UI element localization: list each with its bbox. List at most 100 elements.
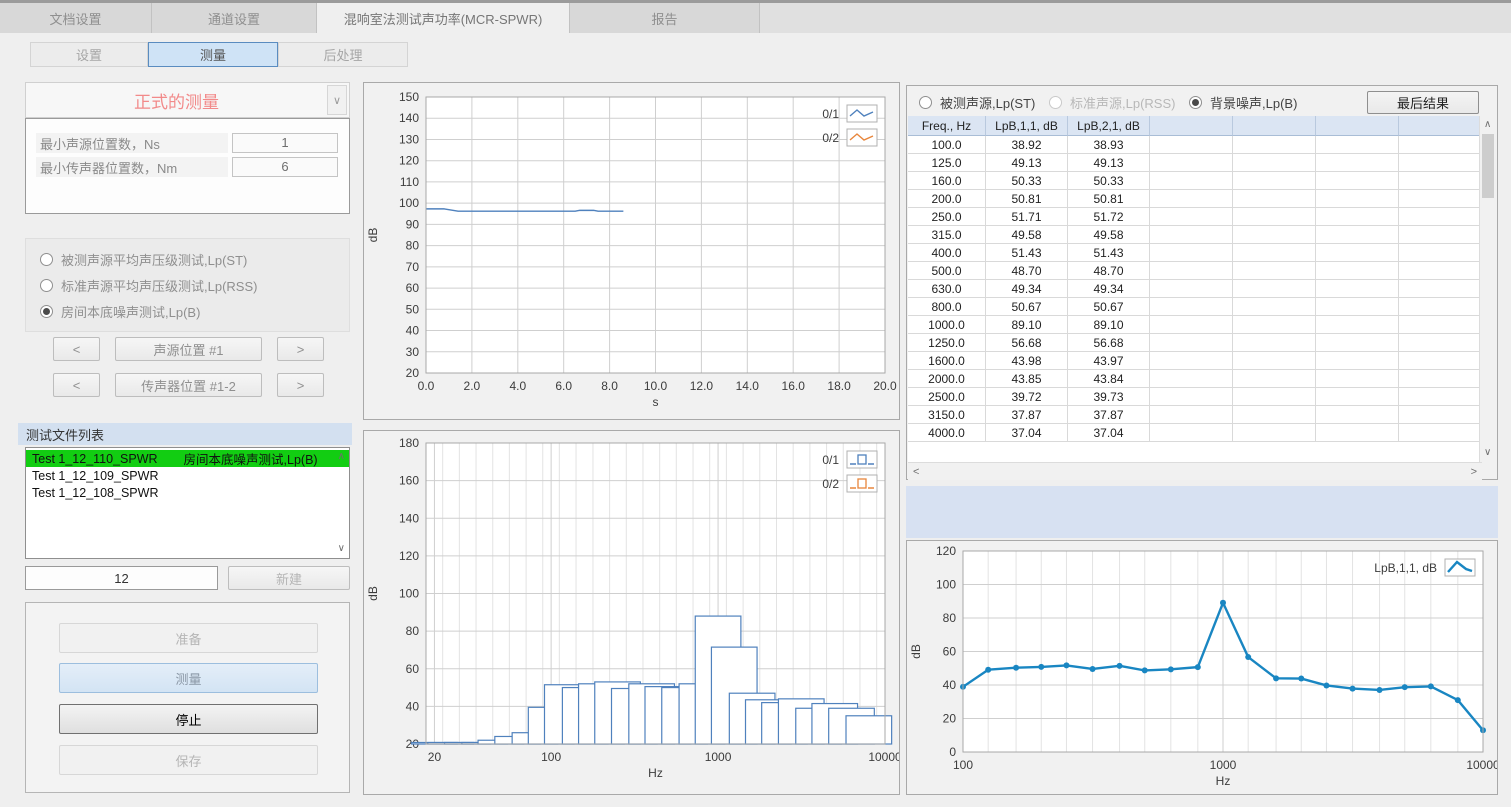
svg-text:dB: dB (909, 644, 923, 659)
table-cell: 250.0 (908, 208, 986, 226)
list-item[interactable]: Test 1_12_109_SPWR (26, 467, 349, 484)
svg-text:1000: 1000 (705, 750, 732, 764)
result-radio-lp-b[interactable]: 背景噪声,Lp(B) (1189, 94, 1297, 110)
radio-icon[interactable] (40, 279, 53, 292)
radio-lp-b[interactable]: 房间本底噪声测试,Lp(B) (40, 303, 200, 319)
table-row[interactable]: 800.050.6750.67 (908, 298, 1482, 316)
table-cell: 89.10 (986, 316, 1068, 334)
radio-icon[interactable] (40, 253, 53, 266)
table-cell (1399, 208, 1482, 226)
svg-text:160: 160 (399, 474, 419, 488)
ns-input[interactable]: 1 (232, 133, 338, 153)
svg-text:40: 40 (406, 324, 420, 338)
prepare-button[interactable]: 准备 (59, 623, 318, 653)
subtab-settings[interactable]: 设置 (30, 42, 148, 67)
table-cell: 38.92 (986, 136, 1068, 154)
tab-channel-settings[interactable]: 通道设置 (152, 3, 317, 33)
radio-lp-st[interactable]: 被测声源平均声压级测试,Lp(ST) (40, 251, 247, 267)
table-row[interactable]: 315.049.5849.58 (908, 226, 1482, 244)
table-row[interactable]: 2000.043.8543.84 (908, 370, 1482, 388)
chevron-down-icon[interactable]: ∨ (327, 85, 347, 115)
table-row[interactable]: 630.049.3449.34 (908, 280, 1482, 298)
subtab-measure[interactable]: 测量 (148, 42, 278, 67)
table-cell (1233, 244, 1316, 262)
mic-position-prev-button[interactable]: < (53, 373, 100, 397)
radio-icon[interactable] (1189, 96, 1202, 109)
mic-position-next-button[interactable]: > (277, 373, 324, 397)
list-item[interactable]: Test 1_12_108_SPWR (26, 484, 349, 501)
stop-button[interactable]: 停止 (59, 704, 318, 734)
scroll-up-icon[interactable]: ∧ (338, 452, 345, 462)
radio-lp-rss[interactable]: 标准声源平均声压级测试,Lp(RSS) (40, 277, 257, 293)
radio-icon[interactable] (1049, 96, 1062, 109)
table-cell (1316, 172, 1399, 190)
scrollbar-thumb[interactable] (1482, 134, 1494, 198)
table-row[interactable]: 160.050.3350.33 (908, 172, 1482, 190)
svg-text:14.0: 14.0 (736, 379, 760, 393)
table-cell: 49.13 (986, 154, 1068, 172)
table-cell: 37.04 (1068, 424, 1150, 442)
svg-text:0.0: 0.0 (418, 379, 435, 393)
radio-icon[interactable] (40, 305, 53, 318)
table-row[interactable]: 1600.043.9843.97 (908, 352, 1482, 370)
table-cell (1150, 280, 1233, 298)
table-cell (1233, 352, 1316, 370)
tab-report[interactable]: 报告 (570, 3, 760, 33)
table-row[interactable]: 100.038.9238.93 (908, 136, 1482, 154)
table-cell: 37.87 (986, 406, 1068, 424)
last-result-button[interactable]: 最后结果 (1367, 91, 1479, 114)
file-counter-button[interactable]: 12 (25, 566, 218, 590)
source-position-prev-button[interactable]: < (53, 337, 100, 361)
table-row[interactable]: 125.049.1349.13 (908, 154, 1482, 172)
new-file-button[interactable]: 新建 (228, 566, 350, 590)
table-row[interactable]: 3150.037.8737.87 (908, 406, 1482, 424)
table-header-cell: LpB,1,1, dB (986, 116, 1068, 136)
table-cell: 37.04 (986, 424, 1068, 442)
source-position-next-button[interactable]: > (277, 337, 324, 361)
radio-icon[interactable] (919, 96, 932, 109)
spectrum-bar-chart-panel: 2040608010012014016018020100100010000Hzd… (363, 430, 900, 795)
table-horizontal-scrollbar[interactable]: < > (908, 462, 1482, 480)
measure-button[interactable]: 测量 (59, 663, 318, 693)
subtab-postprocess[interactable]: 后处理 (278, 42, 408, 67)
table-cell: 48.70 (986, 262, 1068, 280)
table-row[interactable]: 1250.056.6856.68 (908, 334, 1482, 352)
table-cell (1233, 172, 1316, 190)
scroll-up-icon[interactable]: ∧ (1484, 120, 1491, 130)
table-vertical-scrollbar[interactable]: ∧ ∨ (1479, 116, 1496, 462)
scroll-down-icon[interactable]: ∨ (1484, 448, 1491, 458)
ns-label: 最小声源位置数，Ns (36, 133, 228, 153)
table-row[interactable]: 400.051.4351.43 (908, 244, 1482, 262)
table-cell: 3150.0 (908, 406, 986, 424)
nm-input[interactable]: 6 (232, 157, 338, 177)
svg-text:2.0: 2.0 (464, 379, 481, 393)
measurement-mode-combobox[interactable]: 正式的测量 ∨ (25, 82, 350, 118)
svg-text:40: 40 (943, 678, 957, 692)
mic-position-button[interactable]: 传声器位置 #1-2 (115, 373, 262, 397)
table-header-cell (1150, 116, 1233, 136)
svg-text:80: 80 (943, 611, 957, 625)
svg-text:120: 120 (399, 154, 419, 168)
table-cell: 1250.0 (908, 334, 986, 352)
scroll-left-icon[interactable]: < (913, 467, 919, 477)
tab-mcr-spwr[interactable]: 混响室法测试声功率(MCR-SPWR) (317, 3, 570, 33)
scroll-down-icon[interactable]: ∨ (338, 544, 345, 554)
save-button[interactable]: 保存 (59, 745, 318, 775)
table-cell (1233, 262, 1316, 280)
table-row[interactable]: 200.050.8150.81 (908, 190, 1482, 208)
tab-document-settings[interactable]: 文档设置 (0, 3, 152, 33)
table-row[interactable]: 4000.037.0437.04 (908, 424, 1482, 442)
table-cell: 50.33 (1068, 172, 1150, 190)
table-cell (1150, 154, 1233, 172)
scroll-right-icon[interactable]: > (1471, 467, 1477, 477)
source-position-button[interactable]: 声源位置 #1 (115, 337, 262, 361)
table-row[interactable]: 2500.039.7239.73 (908, 388, 1482, 406)
table-cell (1399, 334, 1482, 352)
result-radio-lp-rss[interactable]: 标准声源,Lp(RSS) (1049, 94, 1175, 110)
table-row[interactable]: 250.051.7151.72 (908, 208, 1482, 226)
table-row[interactable]: 500.048.7048.70 (908, 262, 1482, 280)
table-cell (1316, 136, 1399, 154)
table-row[interactable]: 1000.089.1089.10 (908, 316, 1482, 334)
list-item[interactable]: Test 1_12_110_SPWR 房间本底噪声测试,Lp(B) (26, 450, 349, 467)
result-radio-lp-st[interactable]: 被测声源,Lp(ST) (919, 94, 1035, 110)
